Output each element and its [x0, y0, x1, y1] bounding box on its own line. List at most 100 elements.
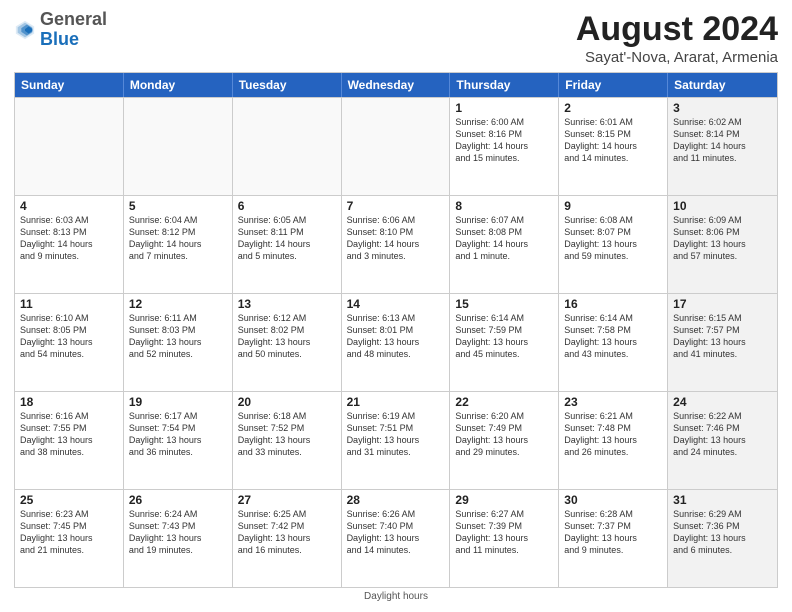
cell-text: Sunrise: 6:29 AM Sunset: 7:36 PM Dayligh… — [673, 508, 772, 557]
cal-cell: 17Sunrise: 6:15 AM Sunset: 7:57 PM Dayli… — [668, 294, 777, 391]
page: General Blue August 2024 Sayat'-Nova, Ar… — [0, 0, 792, 612]
cell-text: Sunrise: 6:09 AM Sunset: 8:06 PM Dayligh… — [673, 214, 772, 263]
day-number: 9 — [564, 199, 662, 213]
cell-text: Sunrise: 6:05 AM Sunset: 8:11 PM Dayligh… — [238, 214, 336, 263]
cell-text: Sunrise: 6:27 AM Sunset: 7:39 PM Dayligh… — [455, 508, 553, 557]
day-number: 3 — [673, 101, 772, 115]
day-number: 19 — [129, 395, 227, 409]
cal-cell: 3Sunrise: 6:02 AM Sunset: 8:14 PM Daylig… — [668, 98, 777, 195]
header: General Blue August 2024 Sayat'-Nova, Ar… — [14, 10, 778, 66]
day-number: 24 — [673, 395, 772, 409]
day-number: 5 — [129, 199, 227, 213]
cell-text: Sunrise: 6:24 AM Sunset: 7:43 PM Dayligh… — [129, 508, 227, 557]
cal-cell: 6Sunrise: 6:05 AM Sunset: 8:11 PM Daylig… — [233, 196, 342, 293]
cal-cell: 14Sunrise: 6:13 AM Sunset: 8:01 PM Dayli… — [342, 294, 451, 391]
day-number: 25 — [20, 493, 118, 507]
cal-cell: 25Sunrise: 6:23 AM Sunset: 7:45 PM Dayli… — [15, 490, 124, 587]
cell-text: Sunrise: 6:14 AM Sunset: 7:58 PM Dayligh… — [564, 312, 662, 361]
cell-text: Sunrise: 6:12 AM Sunset: 8:02 PM Dayligh… — [238, 312, 336, 361]
cell-text: Sunrise: 6:13 AM Sunset: 8:01 PM Dayligh… — [347, 312, 445, 361]
cell-text: Sunrise: 6:02 AM Sunset: 8:14 PM Dayligh… — [673, 116, 772, 165]
calendar-title: August 2024 — [576, 10, 778, 49]
cal-cell: 24Sunrise: 6:22 AM Sunset: 7:46 PM Dayli… — [668, 392, 777, 489]
cal-cell — [233, 98, 342, 195]
cell-text: Sunrise: 6:18 AM Sunset: 7:52 PM Dayligh… — [238, 410, 336, 459]
cal-cell: 21Sunrise: 6:19 AM Sunset: 7:51 PM Dayli… — [342, 392, 451, 489]
day-number: 2 — [564, 101, 662, 115]
logo-icon — [14, 19, 36, 41]
day-number: 16 — [564, 297, 662, 311]
cal-cell: 9Sunrise: 6:08 AM Sunset: 8:07 PM Daylig… — [559, 196, 668, 293]
day-number: 12 — [129, 297, 227, 311]
cal-week-5: 25Sunrise: 6:23 AM Sunset: 7:45 PM Dayli… — [15, 489, 777, 587]
logo-text: General Blue — [40, 10, 107, 50]
day-number: 31 — [673, 493, 772, 507]
cal-week-1: 1Sunrise: 6:00 AM Sunset: 8:16 PM Daylig… — [15, 97, 777, 195]
cal-cell: 29Sunrise: 6:27 AM Sunset: 7:39 PM Dayli… — [450, 490, 559, 587]
cal-cell: 15Sunrise: 6:14 AM Sunset: 7:59 PM Dayli… — [450, 294, 559, 391]
cal-cell: 20Sunrise: 6:18 AM Sunset: 7:52 PM Dayli… — [233, 392, 342, 489]
title-block: August 2024 Sayat'-Nova, Ararat, Armenia — [576, 10, 778, 66]
day-number: 20 — [238, 395, 336, 409]
day-number: 29 — [455, 493, 553, 507]
cal-cell: 2Sunrise: 6:01 AM Sunset: 8:15 PM Daylig… — [559, 98, 668, 195]
cal-cell: 10Sunrise: 6:09 AM Sunset: 8:06 PM Dayli… — [668, 196, 777, 293]
cell-text: Sunrise: 6:22 AM Sunset: 7:46 PM Dayligh… — [673, 410, 772, 459]
cell-text: Sunrise: 6:10 AM Sunset: 8:05 PM Dayligh… — [20, 312, 118, 361]
cal-cell: 11Sunrise: 6:10 AM Sunset: 8:05 PM Dayli… — [15, 294, 124, 391]
day-number: 27 — [238, 493, 336, 507]
cal-cell: 1Sunrise: 6:00 AM Sunset: 8:16 PM Daylig… — [450, 98, 559, 195]
logo: General Blue — [14, 10, 107, 50]
cal-header-wednesday: Wednesday — [342, 73, 451, 97]
day-number: 4 — [20, 199, 118, 213]
calendar: SundayMondayTuesdayWednesdayThursdayFrid… — [14, 72, 778, 588]
day-number: 28 — [347, 493, 445, 507]
day-number: 1 — [455, 101, 553, 115]
cal-cell: 19Sunrise: 6:17 AM Sunset: 7:54 PM Dayli… — [124, 392, 233, 489]
cal-header-saturday: Saturday — [668, 73, 777, 97]
cal-cell: 16Sunrise: 6:14 AM Sunset: 7:58 PM Dayli… — [559, 294, 668, 391]
cal-cell: 22Sunrise: 6:20 AM Sunset: 7:49 PM Dayli… — [450, 392, 559, 489]
day-number: 30 — [564, 493, 662, 507]
cal-cell: 27Sunrise: 6:25 AM Sunset: 7:42 PM Dayli… — [233, 490, 342, 587]
logo-blue: Blue — [40, 29, 79, 49]
cell-text: Sunrise: 6:16 AM Sunset: 7:55 PM Dayligh… — [20, 410, 118, 459]
cal-cell: 12Sunrise: 6:11 AM Sunset: 8:03 PM Dayli… — [124, 294, 233, 391]
cal-cell: 26Sunrise: 6:24 AM Sunset: 7:43 PM Dayli… — [124, 490, 233, 587]
cell-text: Sunrise: 6:17 AM Sunset: 7:54 PM Dayligh… — [129, 410, 227, 459]
cal-cell: 31Sunrise: 6:29 AM Sunset: 7:36 PM Dayli… — [668, 490, 777, 587]
cal-cell: 7Sunrise: 6:06 AM Sunset: 8:10 PM Daylig… — [342, 196, 451, 293]
cell-text: Sunrise: 6:00 AM Sunset: 8:16 PM Dayligh… — [455, 116, 553, 165]
day-number: 21 — [347, 395, 445, 409]
cal-week-4: 18Sunrise: 6:16 AM Sunset: 7:55 PM Dayli… — [15, 391, 777, 489]
cal-header-thursday: Thursday — [450, 73, 559, 97]
day-number: 23 — [564, 395, 662, 409]
cell-text: Sunrise: 6:14 AM Sunset: 7:59 PM Dayligh… — [455, 312, 553, 361]
cell-text: Sunrise: 6:04 AM Sunset: 8:12 PM Dayligh… — [129, 214, 227, 263]
cell-text: Sunrise: 6:11 AM Sunset: 8:03 PM Dayligh… — [129, 312, 227, 361]
calendar-subtitle: Sayat'-Nova, Ararat, Armenia — [576, 49, 778, 66]
cell-text: Sunrise: 6:07 AM Sunset: 8:08 PM Dayligh… — [455, 214, 553, 263]
day-number: 15 — [455, 297, 553, 311]
cell-text: Sunrise: 6:25 AM Sunset: 7:42 PM Dayligh… — [238, 508, 336, 557]
cell-text: Sunrise: 6:15 AM Sunset: 7:57 PM Dayligh… — [673, 312, 772, 361]
cell-text: Sunrise: 6:06 AM Sunset: 8:10 PM Dayligh… — [347, 214, 445, 263]
cal-header-friday: Friday — [559, 73, 668, 97]
day-number: 6 — [238, 199, 336, 213]
cal-cell: 28Sunrise: 6:26 AM Sunset: 7:40 PM Dayli… — [342, 490, 451, 587]
cell-text: Sunrise: 6:03 AM Sunset: 8:13 PM Dayligh… — [20, 214, 118, 263]
cell-text: Sunrise: 6:08 AM Sunset: 8:07 PM Dayligh… — [564, 214, 662, 263]
cal-header-monday: Monday — [124, 73, 233, 97]
logo-general: General — [40, 9, 107, 29]
cal-cell: 13Sunrise: 6:12 AM Sunset: 8:02 PM Dayli… — [233, 294, 342, 391]
cell-text: Sunrise: 6:20 AM Sunset: 7:49 PM Dayligh… — [455, 410, 553, 459]
cal-cell — [124, 98, 233, 195]
cal-cell: 23Sunrise: 6:21 AM Sunset: 7:48 PM Dayli… — [559, 392, 668, 489]
day-number: 11 — [20, 297, 118, 311]
cal-cell — [342, 98, 451, 195]
cal-header-tuesday: Tuesday — [233, 73, 342, 97]
cal-cell: 5Sunrise: 6:04 AM Sunset: 8:12 PM Daylig… — [124, 196, 233, 293]
cell-text: Sunrise: 6:26 AM Sunset: 7:40 PM Dayligh… — [347, 508, 445, 557]
cal-cell: 18Sunrise: 6:16 AM Sunset: 7:55 PM Dayli… — [15, 392, 124, 489]
day-number: 18 — [20, 395, 118, 409]
